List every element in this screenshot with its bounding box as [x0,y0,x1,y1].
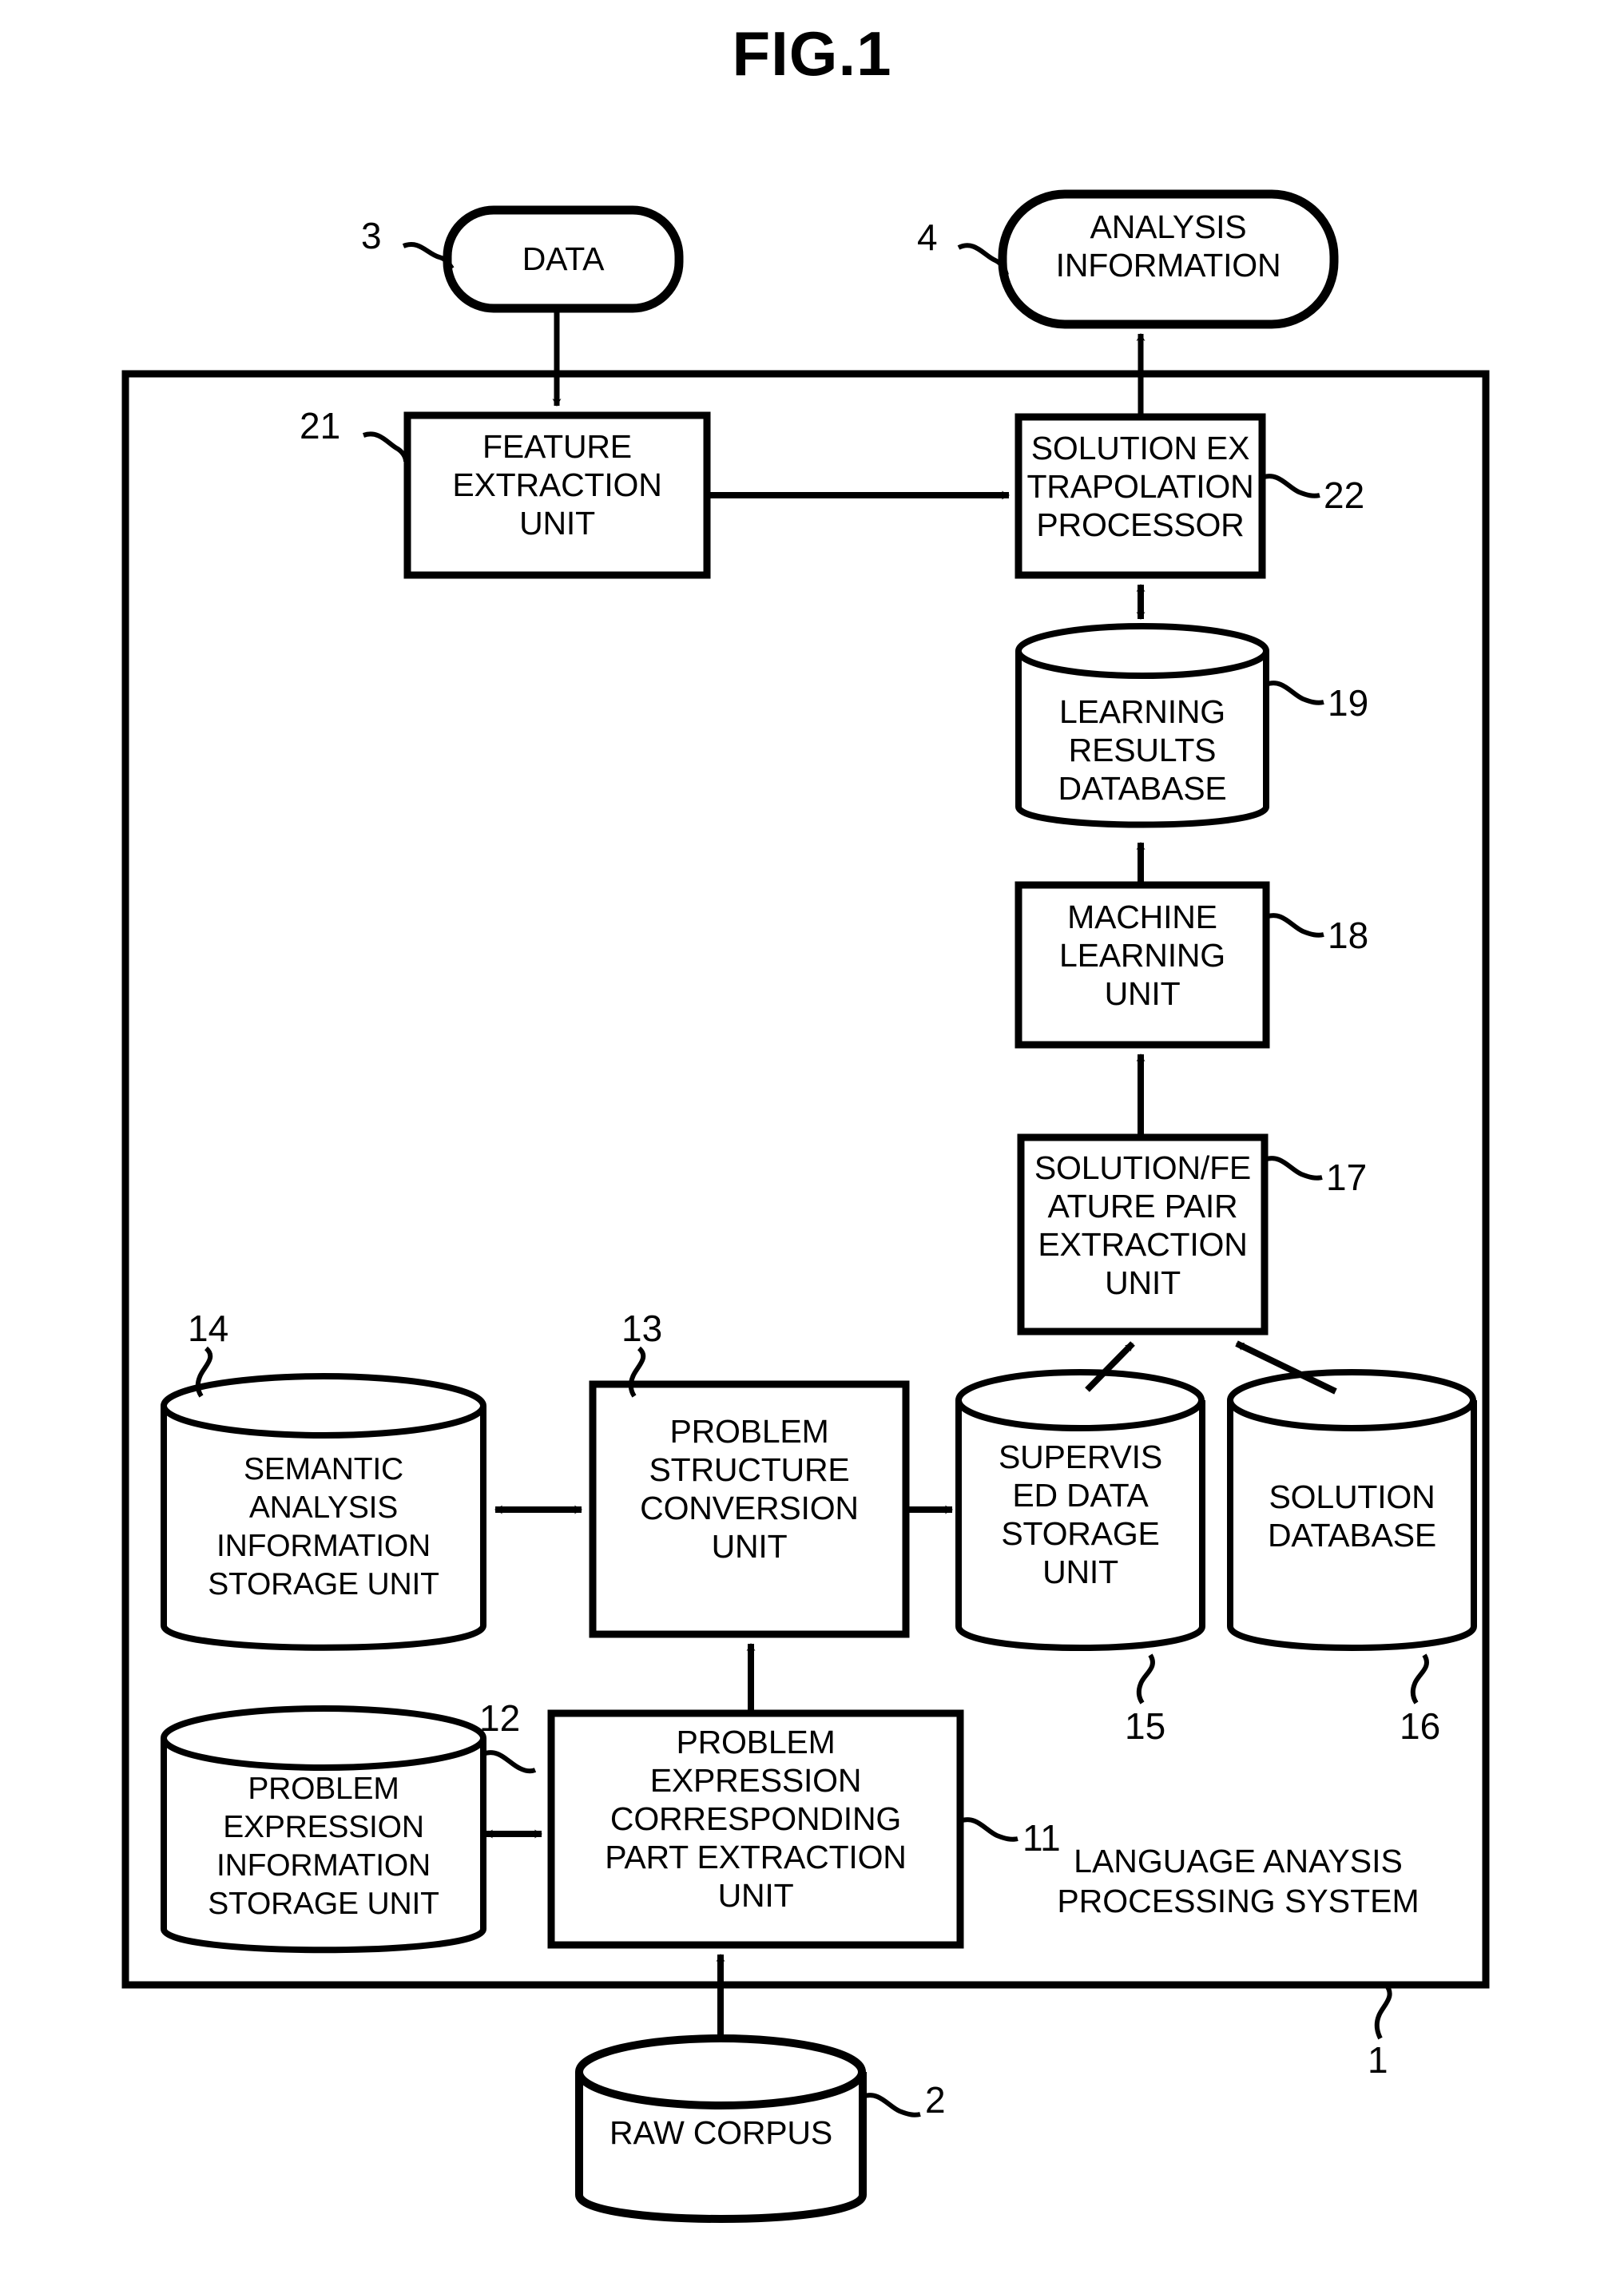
ref-leader-15 [1136,1653,1155,1705]
solution-database-label: SOLUTION DATABASE [1267,1478,1437,1554]
ref-number-15: 15 [1125,1705,1166,1747]
ref-leader-19 [1265,681,1324,705]
ref-number-2: 2 [925,2079,946,2121]
ref-number-4: 4 [917,216,938,258]
ref-leader-13 [628,1346,646,1398]
ref-number-16: 16 [1400,1705,1441,1747]
feature-extraction-unit-label: FEATURE EXTRACTION UNIT [452,428,662,542]
ref-leader-1 [1374,1983,1392,2040]
solution-feature-pair-extraction-unit-label: SOLUTION/FE ATURE PAIR EXTRACTION UNIT [1034,1149,1252,1301]
ref-leader-22 [1261,474,1320,498]
ref-number-21: 21 [300,405,341,446]
data-node-label: DATA [522,240,605,277]
ref-leader-2 [861,2093,921,2117]
raw-corpus-top [575,2034,866,2109]
problem-expression-corresponding-part-extraction-unit-label: PROBLEM EXPRESSION CORRESPONDING PART EX… [605,1724,907,1914]
supervised-data-storage-unit-label: SUPERVIS ED DATA STORAGE UNIT [998,1439,1162,1590]
diagram-svg [121,189,1490,2223]
ref-number-1: 1 [1368,2039,1388,2081]
ref-leader-18 [1265,913,1324,938]
supervised-data-storage-top [955,1369,1205,1431]
ref-leader-21 [363,431,408,462]
ref-number-14: 14 [188,1308,229,1349]
ref-number-17: 17 [1326,1157,1368,1198]
problem-expression-storage-top [161,1705,486,1771]
learning-results-database-top [1015,623,1269,679]
semantic-analysis-storage-top [161,1373,486,1439]
analysis-information-node-label: ANALYSIS INFORMATION [1055,208,1281,284]
problem-structure-conversion-unit-label: PROBLEM STRUCTURE CONVERSION UNIT [640,1413,859,1565]
raw-corpus-label: RAW CORPUS [609,2114,832,2151]
ref-leader-12 [482,1750,537,1774]
learning-results-database-label: LEARNING RESULTS DATABASE [1058,693,1227,807]
ref-number-19: 19 [1328,682,1369,724]
arrow-supervised-data-to-solution-feature-pair [1085,1341,1135,1392]
solution-extrapolation-processor-label: SOLUTION EX TRAPOLATION PROCESSOR [1026,430,1254,543]
ref-number-13: 13 [621,1308,663,1349]
ref-leader-16 [1410,1653,1429,1705]
system-name-label: LANGUAGE ANAYSIS PROCESSING SYSTEM [1057,1843,1420,1919]
ref-leader-17 [1263,1156,1323,1181]
ref-number-3: 3 [361,215,382,256]
semantic-analysis-information-storage-unit-label: SEMANTIC ANALYSIS INFORMATION STORAGE UN… [208,1452,439,1601]
ref-number-18: 18 [1328,915,1369,956]
ref-number-22: 22 [1324,474,1365,516]
figure-canvas: FIG.1 DATA 3 ANALYSIS INFORMATION 4 RAW … [0,0,1624,2286]
problem-expression-information-storage-unit-label: PROBLEM EXPRESSION INFORMATION STORAGE U… [208,1772,439,1921]
machine-learning-unit-label: MACHINE LEARNING UNIT [1058,899,1225,1012]
ref-leader-11 [959,1817,1018,1842]
ref-number-12: 12 [479,1697,521,1739]
solution-database-top [1227,1369,1476,1431]
